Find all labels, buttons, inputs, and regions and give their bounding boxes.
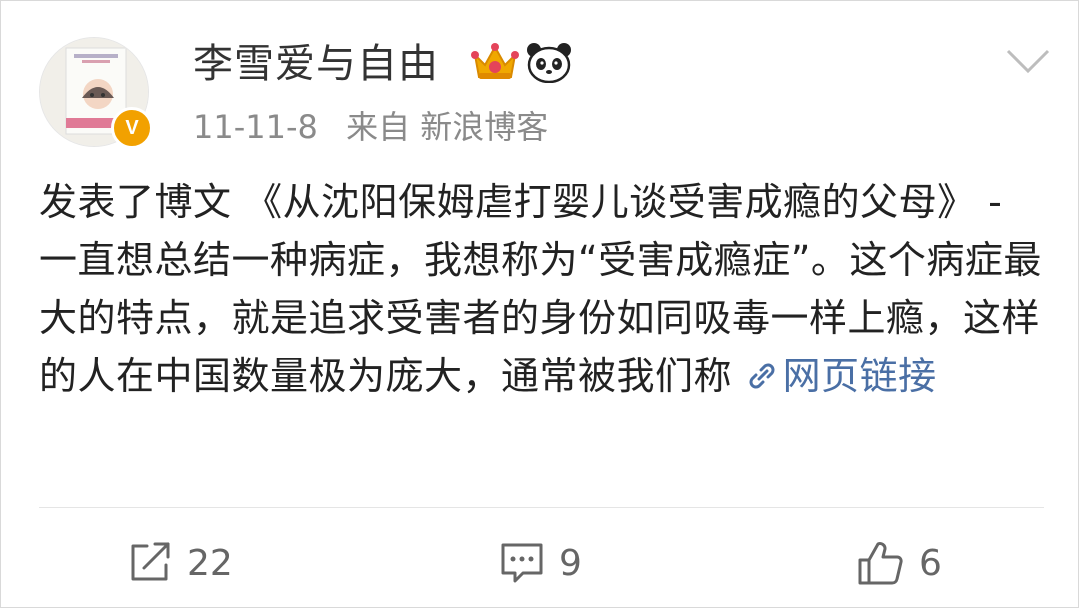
comment-icon [501,543,543,583]
chevron-down-icon[interactable] [1005,47,1051,79]
post-meta: 11-11-8 来自 新浪博客 [193,107,548,147]
comment-button[interactable]: 9 [499,537,582,589]
repost-icon [131,542,170,581]
post-timestamp: 11-11-8 [193,108,318,146]
like-button[interactable]: 6 [857,537,942,589]
verified-badge: V [111,107,153,149]
avatar[interactable]: V [39,37,153,149]
like-count: 6 [919,542,942,584]
post-content: 发表了博文 《从沈阳保姆虐打婴儿谈受害成瘾的父母》 - 一直想总结一种病症，我想… [39,173,1049,405]
crown-icon[interactable] [471,43,519,87]
comment-count: 9 [559,542,582,584]
username[interactable]: 李雪爱与自由 [193,39,439,89]
web-link[interactable]: 网页链接 [745,354,937,398]
source-label: 来自 [346,108,411,146]
thumbs-up-icon [858,542,903,585]
panda-icon[interactable] [525,41,573,87]
web-link-label: 网页链接 [782,354,937,398]
repost-count: 22 [187,542,233,584]
source-name[interactable]: 新浪博客 [420,108,548,146]
weibo-post-card: V 李雪爱与自由 11-11-8 来自 新浪博客 发表了博文 《从沈阳保姆虐打婴… [0,0,1079,608]
verified-badge-label: V [125,116,139,139]
repost-button[interactable]: 22 [127,537,233,589]
link-icon [749,363,775,389]
divider [39,507,1044,508]
